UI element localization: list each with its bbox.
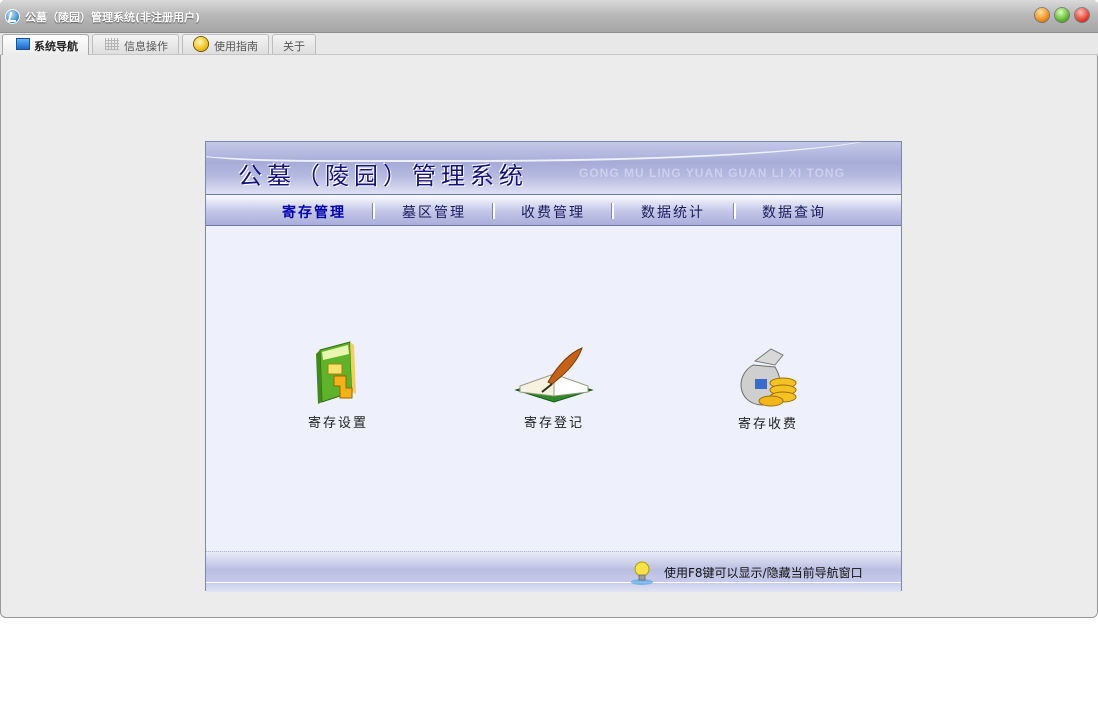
tab-label: 使用指南 (214, 40, 258, 53)
menu-divider (611, 203, 614, 219)
tab-strip: 系统导航 信息操作 使用指南 关于 (0, 33, 1098, 55)
status-footer: 使用F8键可以显示/隐藏当前导航窗口 (206, 551, 901, 592)
banner-pinyin: GONG MU LING YUAN GUAN LI XI TONG (579, 166, 845, 180)
quill-book-icon (514, 347, 594, 403)
banner-title: 公墓（陵园）管理系统 (238, 162, 528, 190)
app-window: 公墓（陵园）管理系统(非注册用户) 系统导航 信息操作 使用指南 关于 公墓（陵… (0, 0, 1098, 618)
menu-divider (733, 203, 736, 219)
storage-registration-button[interactable]: 寄存登记 (494, 344, 614, 431)
money-bag-icon (740, 348, 797, 407)
menu-divider (372, 203, 375, 219)
feature-label: 寄存收费 (737, 417, 798, 432)
maximize-button[interactable] (1055, 8, 1069, 22)
storage-settings-button[interactable]: 寄存设置 (278, 340, 398, 431)
banner: 公墓（陵园）管理系统 GONG MU LING YUAN GUAN LI XI … (206, 142, 901, 194)
tab-user-guide[interactable]: 使用指南 (182, 34, 269, 54)
tab-label: 信息操作 (124, 40, 168, 53)
monitor-icon (16, 38, 30, 50)
feature-area: 寄存设置 寄存登记 寄存收费 (206, 226, 901, 551)
tab-info-ops[interactable]: 信息操作 (92, 34, 179, 54)
storage-fee-button[interactable]: 寄存收费 (708, 343, 828, 432)
grid-icon (105, 38, 119, 50)
minimize-button[interactable] (1035, 8, 1049, 22)
app-logo-icon (5, 9, 20, 24)
footer-tip-text: 使用F8键可以显示/隐藏当前导航窗口 (664, 566, 863, 580)
menu-cemetery-area-mgmt[interactable]: 墓区管理 (402, 202, 466, 222)
lightbulb-icon (631, 561, 653, 585)
book-icon (316, 341, 356, 404)
menu-data-statistics[interactable]: 数据统计 (641, 202, 705, 222)
feature-label: 寄存登记 (523, 416, 584, 431)
tab-about[interactable]: 关于 (272, 34, 316, 54)
title-bar[interactable]: 公墓（陵园）管理系统(非注册用户) (0, 0, 1098, 33)
close-button[interactable] (1075, 8, 1089, 22)
footer-divider (206, 582, 901, 583)
help-icon (194, 37, 208, 51)
module-menu: 寄存管理 墓区管理 收费管理 数据统计 数据查询 (206, 194, 901, 226)
navigation-panel: 公墓（陵园）管理系统 GONG MU LING YUAN GUAN LI XI … (205, 141, 902, 592)
menu-fee-mgmt[interactable]: 收费管理 (521, 202, 585, 222)
tab-label: 关于 (283, 40, 305, 53)
menu-data-query[interactable]: 数据查询 (762, 202, 826, 222)
feature-label: 寄存设置 (307, 416, 368, 431)
menu-storage-mgmt[interactable]: 寄存管理 (282, 202, 346, 222)
tab-system-nav[interactable]: 系统导航 (2, 34, 89, 55)
menu-divider (492, 203, 495, 219)
window-title: 公墓（陵园）管理系统(非注册用户) (25, 11, 201, 24)
tab-label: 系统导航 (34, 40, 78, 53)
